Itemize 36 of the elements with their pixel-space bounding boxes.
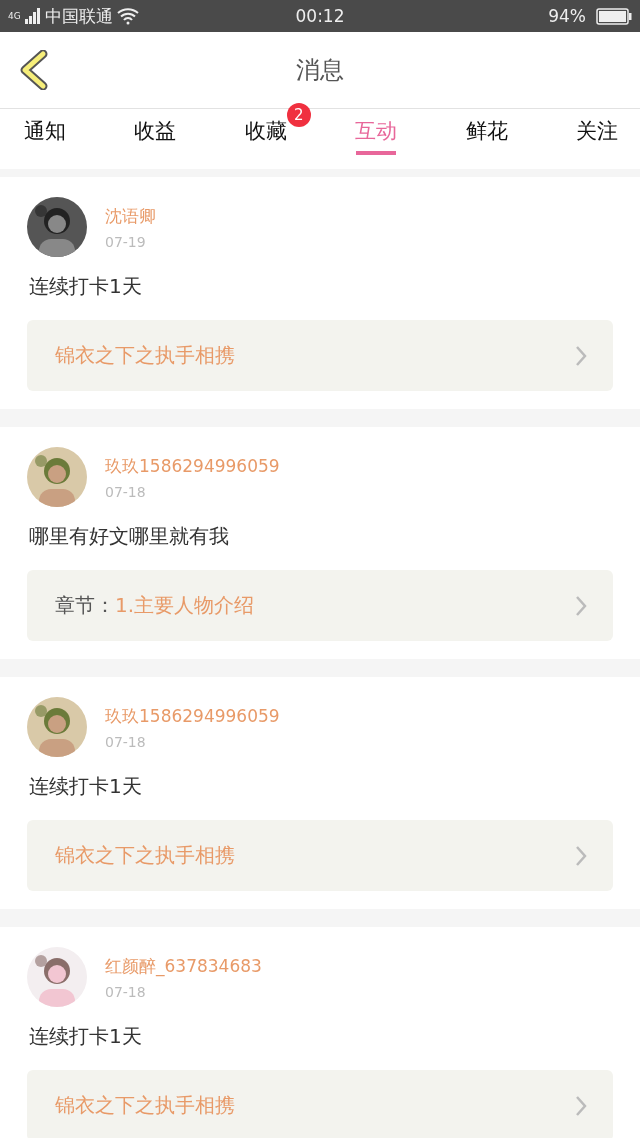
tab[interactable]: 鲜花: [457, 109, 516, 169]
book-title: 锦衣之下之执手相携: [55, 1092, 235, 1119]
wifi-icon: [116, 7, 139, 25]
chevron-right-icon: [575, 1094, 587, 1117]
message-text: 连续打卡1天: [29, 773, 143, 800]
tab[interactable]: 收益: [126, 109, 185, 169]
carrier-name: 中国联通: [44, 4, 113, 28]
message-date: 07-18: [105, 734, 147, 750]
user-name: 玖玖1586294996059: [105, 705, 280, 728]
chevron-right-icon: [575, 844, 587, 867]
user-name: 沈语卿: [105, 205, 156, 228]
message-date: 07-19: [105, 234, 147, 250]
book-title: 锦衣之下之执手相携: [55, 342, 235, 369]
battery-percent: 94%: [548, 6, 586, 26]
chevron-right-icon: [575, 594, 587, 617]
chevron-right-icon: [575, 344, 587, 367]
signal-icon: [24, 8, 41, 24]
network-type: 4G: [8, 11, 21, 21]
tab[interactable]: 关注: [567, 109, 626, 169]
tab[interactable]: 通知: [16, 109, 74, 169]
back-chevron-icon: [19, 50, 49, 90]
message-date: 07-18: [105, 984, 147, 1000]
battery-icon: [596, 7, 632, 25]
message-text: 哪里有好文哪里就有我: [29, 523, 230, 550]
user-name: 红颜醉_637834683: [105, 955, 262, 978]
message-date: 07-18: [105, 484, 147, 500]
link-row[interactable]: 章节：1.主要人物介绍: [27, 570, 613, 641]
book-title: 锦衣之下之执手相携: [55, 842, 235, 869]
clock-time: 00:12: [294, 6, 346, 26]
chapter-label: 章节：: [55, 592, 115, 619]
page-title: 消息: [296, 55, 344, 86]
message-text: 连续打卡1天: [29, 273, 143, 300]
chapter-title: 1.主要人物介绍: [115, 592, 255, 619]
message-text: 连续打卡1天: [29, 1023, 143, 1050]
count-badge: 2: [286, 103, 311, 127]
user-name: 玖玖1586294996059: [105, 455, 280, 478]
